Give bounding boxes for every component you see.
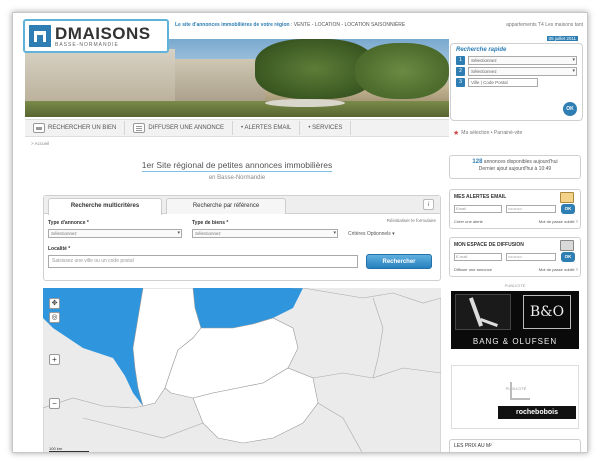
site-logo[interactable]: DMAISONS BASSE-NORMANDIE (23, 19, 169, 53)
breadcrumb[interactable]: > Accueil (31, 141, 49, 146)
diffusion-ok-button[interactable]: OK (561, 252, 575, 262)
banner-lawn (25, 101, 449, 117)
step-number: 1 (456, 56, 465, 65)
localite-input[interactable]: Saisissez une ville ou un code postal (48, 255, 358, 268)
email-alert-box: MES ALERTES EMAIL Email •••••••••• OK Cr… (449, 189, 581, 229)
price-per-m2-box[interactable]: LES PRIX AU M² (449, 439, 581, 452)
ad-bang-olufsen[interactable]: B&O BANG & OLUFSEN (451, 291, 579, 349)
bang-olufsen-name: BANG & OLUFSEN (472, 337, 558, 346)
quick-type-select[interactable]: Sélectionnez (468, 56, 577, 65)
type-bien-select[interactable]: Sélectionnez (192, 229, 338, 238)
info-icon[interactable]: i (423, 199, 434, 210)
quick-search-row-2: 2 Sélectionnez (456, 67, 577, 76)
bo-mark: B&O (523, 295, 571, 329)
ad-label: PUBLICITÉ (504, 283, 526, 288)
nav-diffuser[interactable]: DIFFUSER UNE ANNONCE (125, 121, 234, 135)
step-number: 2 (456, 67, 465, 76)
quick-search-panel: 05 juillet 2011 Recherche rapide 1 Sélec… (450, 36, 583, 121)
banner-tree-right (355, 43, 449, 99)
star-icon: ★ (453, 130, 460, 137)
tab-multicriteres[interactable]: Recherche multicritères (48, 198, 162, 215)
zoom-in-button[interactable]: + (49, 354, 60, 365)
house-icon (29, 25, 51, 47)
alert-password-input[interactable]: •••••••••• (506, 205, 556, 213)
search-tabs: Recherche multicritères Recherche par ré… (44, 196, 440, 215)
last-update: Dernier ajout aujourd'hui à 10:49 (478, 166, 552, 172)
search-panel: Recherche multicritères Recherche par ré… (43, 195, 441, 281)
alert-email-input[interactable]: Email (454, 205, 502, 213)
edit-icon (560, 240, 574, 251)
nav-services[interactable]: • SERVICES (300, 121, 352, 135)
ad-roche-bobois[interactable]: PUBLICITÉ rochebobois (451, 365, 579, 429)
zoom-out-button[interactable]: − (49, 398, 60, 409)
type-annonce-select[interactable]: Sélectionnez (48, 229, 182, 238)
quick-city-input[interactable]: Ville | Code Postal (468, 78, 538, 87)
site-tagline: Le site d'annonces immobilières de votre… (175, 22, 406, 28)
alert-ok-button[interactable]: OK (561, 204, 575, 214)
region-map[interactable]: ✥ ◎ + − 100 km (43, 288, 441, 453)
reset-form-link[interactable]: Réinitialiser le formulaire (387, 218, 436, 223)
post-ad-link[interactable]: Diffuser une annonce (454, 267, 492, 272)
roche-bobois-mark (510, 382, 530, 400)
logo-main-text: DMAISONS (55, 23, 151, 43)
banner-table (265, 99, 345, 107)
nav-alertes[interactable]: • ALERTES EMAIL (233, 121, 301, 135)
post-ad-icon (133, 123, 146, 133)
selection-links[interactable]: ★ Ma sélection • Parrainé-vite (453, 129, 522, 137)
diffusion-title: MON ESPACE DE DIFFUSION (454, 242, 524, 248)
bang-olufsen-logo (455, 294, 511, 330)
map-scale: 100 km (49, 446, 89, 452)
quick-search-row-3: 3 Ville | Code Postal (456, 78, 577, 87)
optional-criteria-toggle[interactable]: Critères Optionnels ▾ (348, 231, 395, 237)
listing-count: 128 (472, 159, 483, 165)
banner-house (25, 49, 175, 109)
date-badge: 05 juillet 2011 (546, 36, 578, 41)
diffusion-box: MON ESPACE DE DIFFUSION E-mail •••••••••… (449, 237, 581, 277)
page-frame: Le site d'annonces immobilières de votre… (12, 12, 588, 453)
top-links[interactable]: appartements T4 Les maisons tant (506, 22, 583, 28)
diffusion-forgot-password-link[interactable]: Mot de passe oublié ? (539, 267, 578, 272)
localite-label: Localité * (48, 246, 71, 252)
create-alert-link[interactable]: Créer une alerte (454, 219, 483, 224)
search-button[interactable]: Rechercher (366, 254, 432, 269)
quick-search-title: Recherche rapide (456, 47, 507, 53)
search-house-icon (33, 123, 45, 133)
quick-search-ok-button[interactable]: OK (563, 102, 577, 116)
diffusion-password-input[interactable]: •••••••••• (506, 253, 556, 261)
quick-property-select[interactable]: Sélectionnez (468, 67, 577, 76)
roche-bobois-name: rochebobois (498, 406, 576, 419)
tab-reference[interactable]: Recherche par référence (166, 198, 286, 214)
diffusion-links: Diffuser une annonce Mot de passe oublié… (454, 267, 578, 272)
type-bien-label: Type de biens * (192, 220, 229, 226)
type-annonce-label: Type d'annonce * (48, 220, 89, 226)
headline-subtitle: en Basse-Normandie (208, 175, 266, 181)
nav-rechercher[interactable]: RECHERCHER UN BIEN (25, 121, 126, 135)
quick-search-row-1: 1 Sélectionnez (456, 56, 577, 65)
pan-icon[interactable]: ✥ (49, 298, 60, 309)
step-number: 3 (456, 78, 465, 87)
page-headline: 1er Site régional de petites annonces im… (25, 155, 449, 181)
email-alert-title: MES ALERTES EMAIL (454, 194, 507, 200)
alert-forgot-password-link[interactable]: Mot de passe oublié ? (539, 219, 578, 224)
headline-title: 1er Site régional de petites annonces im… (141, 160, 333, 172)
listing-count-box: 128 annonces disponibles aujourd'hui Der… (449, 155, 581, 179)
envelope-icon (560, 192, 574, 203)
diffusion-email-input[interactable]: E-mail (454, 253, 502, 261)
logo-sub-text: BASSE-NORMANDIE (55, 41, 119, 48)
map-canvas[interactable] (43, 288, 441, 453)
main-nav: RECHERCHER UN BIEN DIFFUSER UNE ANNONCE … (25, 119, 449, 137)
alert-links: Créer une alerte Mot de passe oublié ? (454, 219, 578, 224)
globe-icon[interactable]: ◎ (49, 312, 60, 323)
